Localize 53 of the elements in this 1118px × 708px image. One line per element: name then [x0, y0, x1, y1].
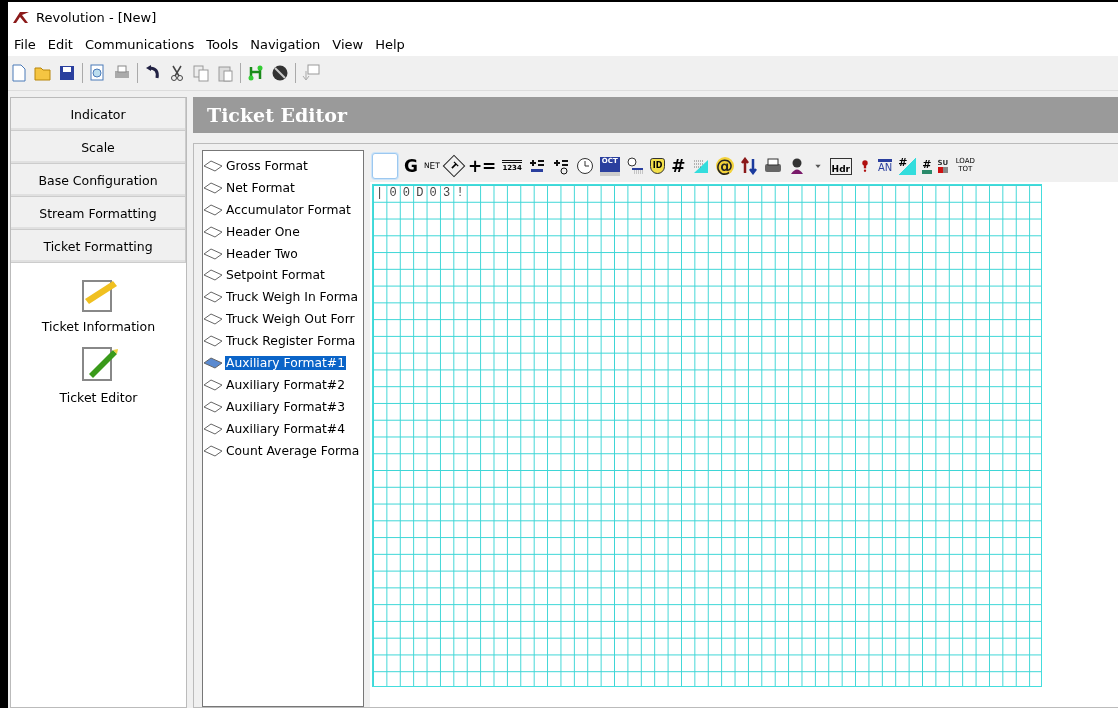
sidebar-item-label[interactable]: Ticket Information: [41, 319, 156, 334]
hash-scale-tool[interactable]: #: [922, 158, 932, 174]
panel-title: Ticket Editor: [193, 97, 1118, 133]
swap-arrows-icon[interactable]: [739, 157, 758, 175]
format-item[interactable]: Header One: [225, 224, 301, 239]
format-item[interactable]: Truck Weigh In Forma: [225, 290, 360, 305]
format-item[interactable]: Truck Register Forma: [225, 334, 357, 349]
menu-item[interactable]: Communications: [78, 36, 201, 52]
nav-button[interactable]: Scale: [11, 131, 186, 164]
text-tool[interactable]: #: [671, 157, 686, 175]
hash-ramp-tool[interactable]: #: [898, 157, 917, 175]
app-logo-icon: [12, 10, 30, 24]
clipboard-icon[interactable]: [216, 64, 234, 82]
menu-item[interactable]: Help: [369, 36, 411, 52]
menu-item[interactable]: Navigation: [244, 36, 327, 52]
scissors-icon[interactable]: [168, 64, 186, 82]
header-tool[interactable]: Hdr: [829, 157, 853, 175]
text-tool[interactable]: G: [404, 157, 418, 175]
format-item[interactable]: Truck Weigh Out Forr: [225, 312, 356, 327]
format-item[interactable]: Header Two: [225, 246, 299, 261]
format-item[interactable]: Auxiliary Format#4: [225, 421, 346, 436]
printer-icon[interactable]: [763, 157, 782, 175]
diamond-icon: [203, 356, 223, 369]
nav-button[interactable]: Stream Formatting: [11, 197, 186, 230]
stopwatch-icon[interactable]: [625, 157, 644, 175]
format-item[interactable]: Accumulator Format: [225, 202, 352, 217]
format-item[interactable]: Net Format: [225, 180, 296, 195]
clock-icon[interactable]: [575, 157, 594, 175]
plus-equals-bar-icon[interactable]: [527, 157, 546, 175]
menu-item[interactable]: Edit: [41, 36, 79, 52]
connect-icon[interactable]: [247, 64, 265, 82]
sidebar-item-label[interactable]: Ticket Editor: [59, 390, 138, 405]
format-item[interactable]: Count Average Forma: [225, 443, 361, 458]
format-item[interactable]: Setpoint Format: [225, 268, 326, 283]
at-tool[interactable]: @: [715, 157, 734, 175]
nav-button[interactable]: Indicator: [11, 98, 186, 131]
ruler-label-tool[interactable]: AN: [878, 159, 893, 173]
format-item[interactable]: Auxiliary Format#1: [225, 355, 346, 370]
id-badge-tool[interactable]: ID: [649, 158, 666, 174]
magnifier-icon[interactable]: [89, 64, 107, 82]
plus-equals-clock-icon[interactable]: [551, 157, 570, 175]
nav-button[interactable]: Ticket Formatting: [11, 230, 186, 263]
menu-item[interactable]: View: [326, 36, 370, 52]
format-item[interactable]: Gross Format: [225, 158, 309, 173]
disconnect-icon[interactable]: [271, 64, 289, 82]
format-item[interactable]: Auxiliary Format#2: [225, 377, 346, 392]
save-icon[interactable]: [58, 64, 76, 82]
text-tool[interactable]: +=: [467, 157, 497, 175]
nav-button[interactable]: Base Configuration: [11, 164, 186, 197]
window-title: Revolution - [New]: [36, 9, 157, 25]
menu-item[interactable]: File: [8, 36, 42, 52]
menu-item[interactable]: Tools: [200, 36, 245, 52]
format-item[interactable]: Auxiliary Format#3: [225, 399, 346, 414]
